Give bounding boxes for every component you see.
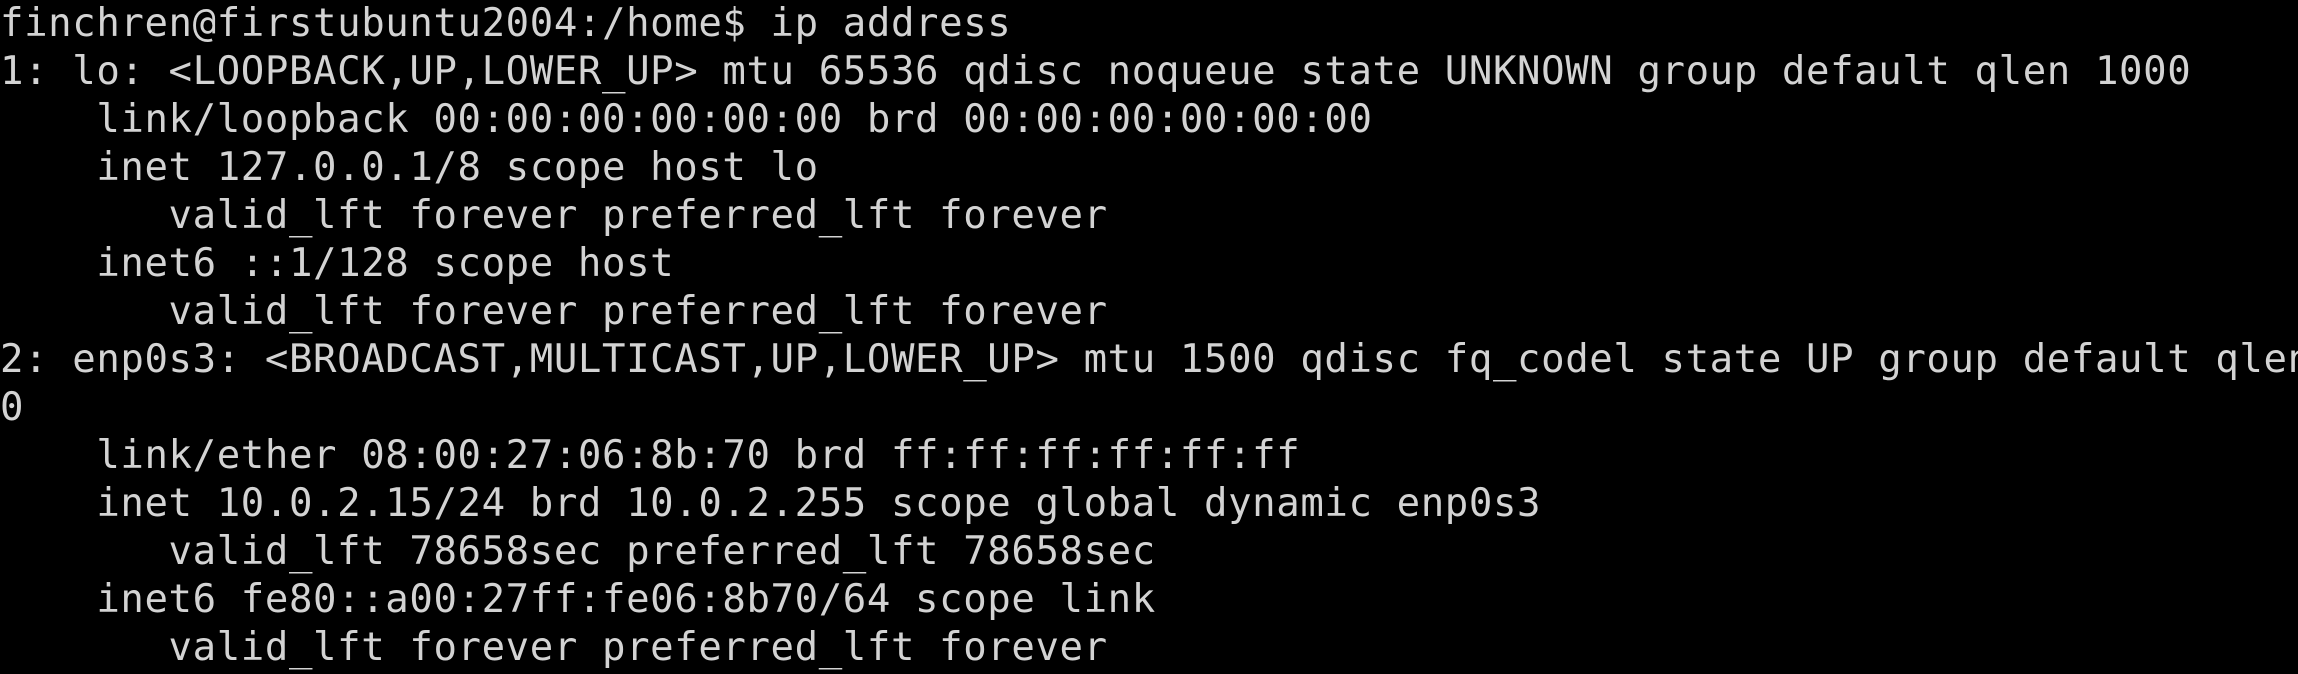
output-line: 0	[0, 385, 25, 430]
output-line: inet 127.0.0.1/8 scope host lo	[0, 145, 819, 190]
terminal-window[interactable]: finchren@firstubuntu2004:/home$ ip addre…	[0, 0, 2298, 674]
output-line: inet 10.0.2.15/24 brd 10.0.2.255 scope g…	[0, 481, 1542, 526]
output-line: valid_lft forever preferred_lft forever	[0, 289, 1108, 334]
output-line: inet6 ::1/128 scope host	[0, 241, 675, 286]
output-line: 2: enp0s3: <BROADCAST,MULTICAST,UP,LOWER…	[0, 337, 2298, 382]
prompt-command-line: finchren@firstubuntu2004:/home$ ip addre…	[0, 1, 1012, 46]
output-line: valid_lft 78658sec preferred_lft 78658se…	[0, 529, 1156, 574]
output-line: inet6 fe80::a00:27ff:fe06:8b70/64 scope …	[0, 577, 1156, 622]
output-line: link/ether 08:00:27:06:8b:70 brd ff:ff:f…	[0, 433, 1301, 478]
output-line: valid_lft forever preferred_lft forever	[0, 193, 1108, 238]
output-line: valid_lft forever preferred_lft forever	[0, 625, 1108, 670]
output-line: 1: lo: <LOOPBACK,UP,LOWER_UP> mtu 65536 …	[0, 49, 2192, 94]
output-line: link/loopback 00:00:00:00:00:00 brd 00:0…	[0, 97, 1373, 142]
